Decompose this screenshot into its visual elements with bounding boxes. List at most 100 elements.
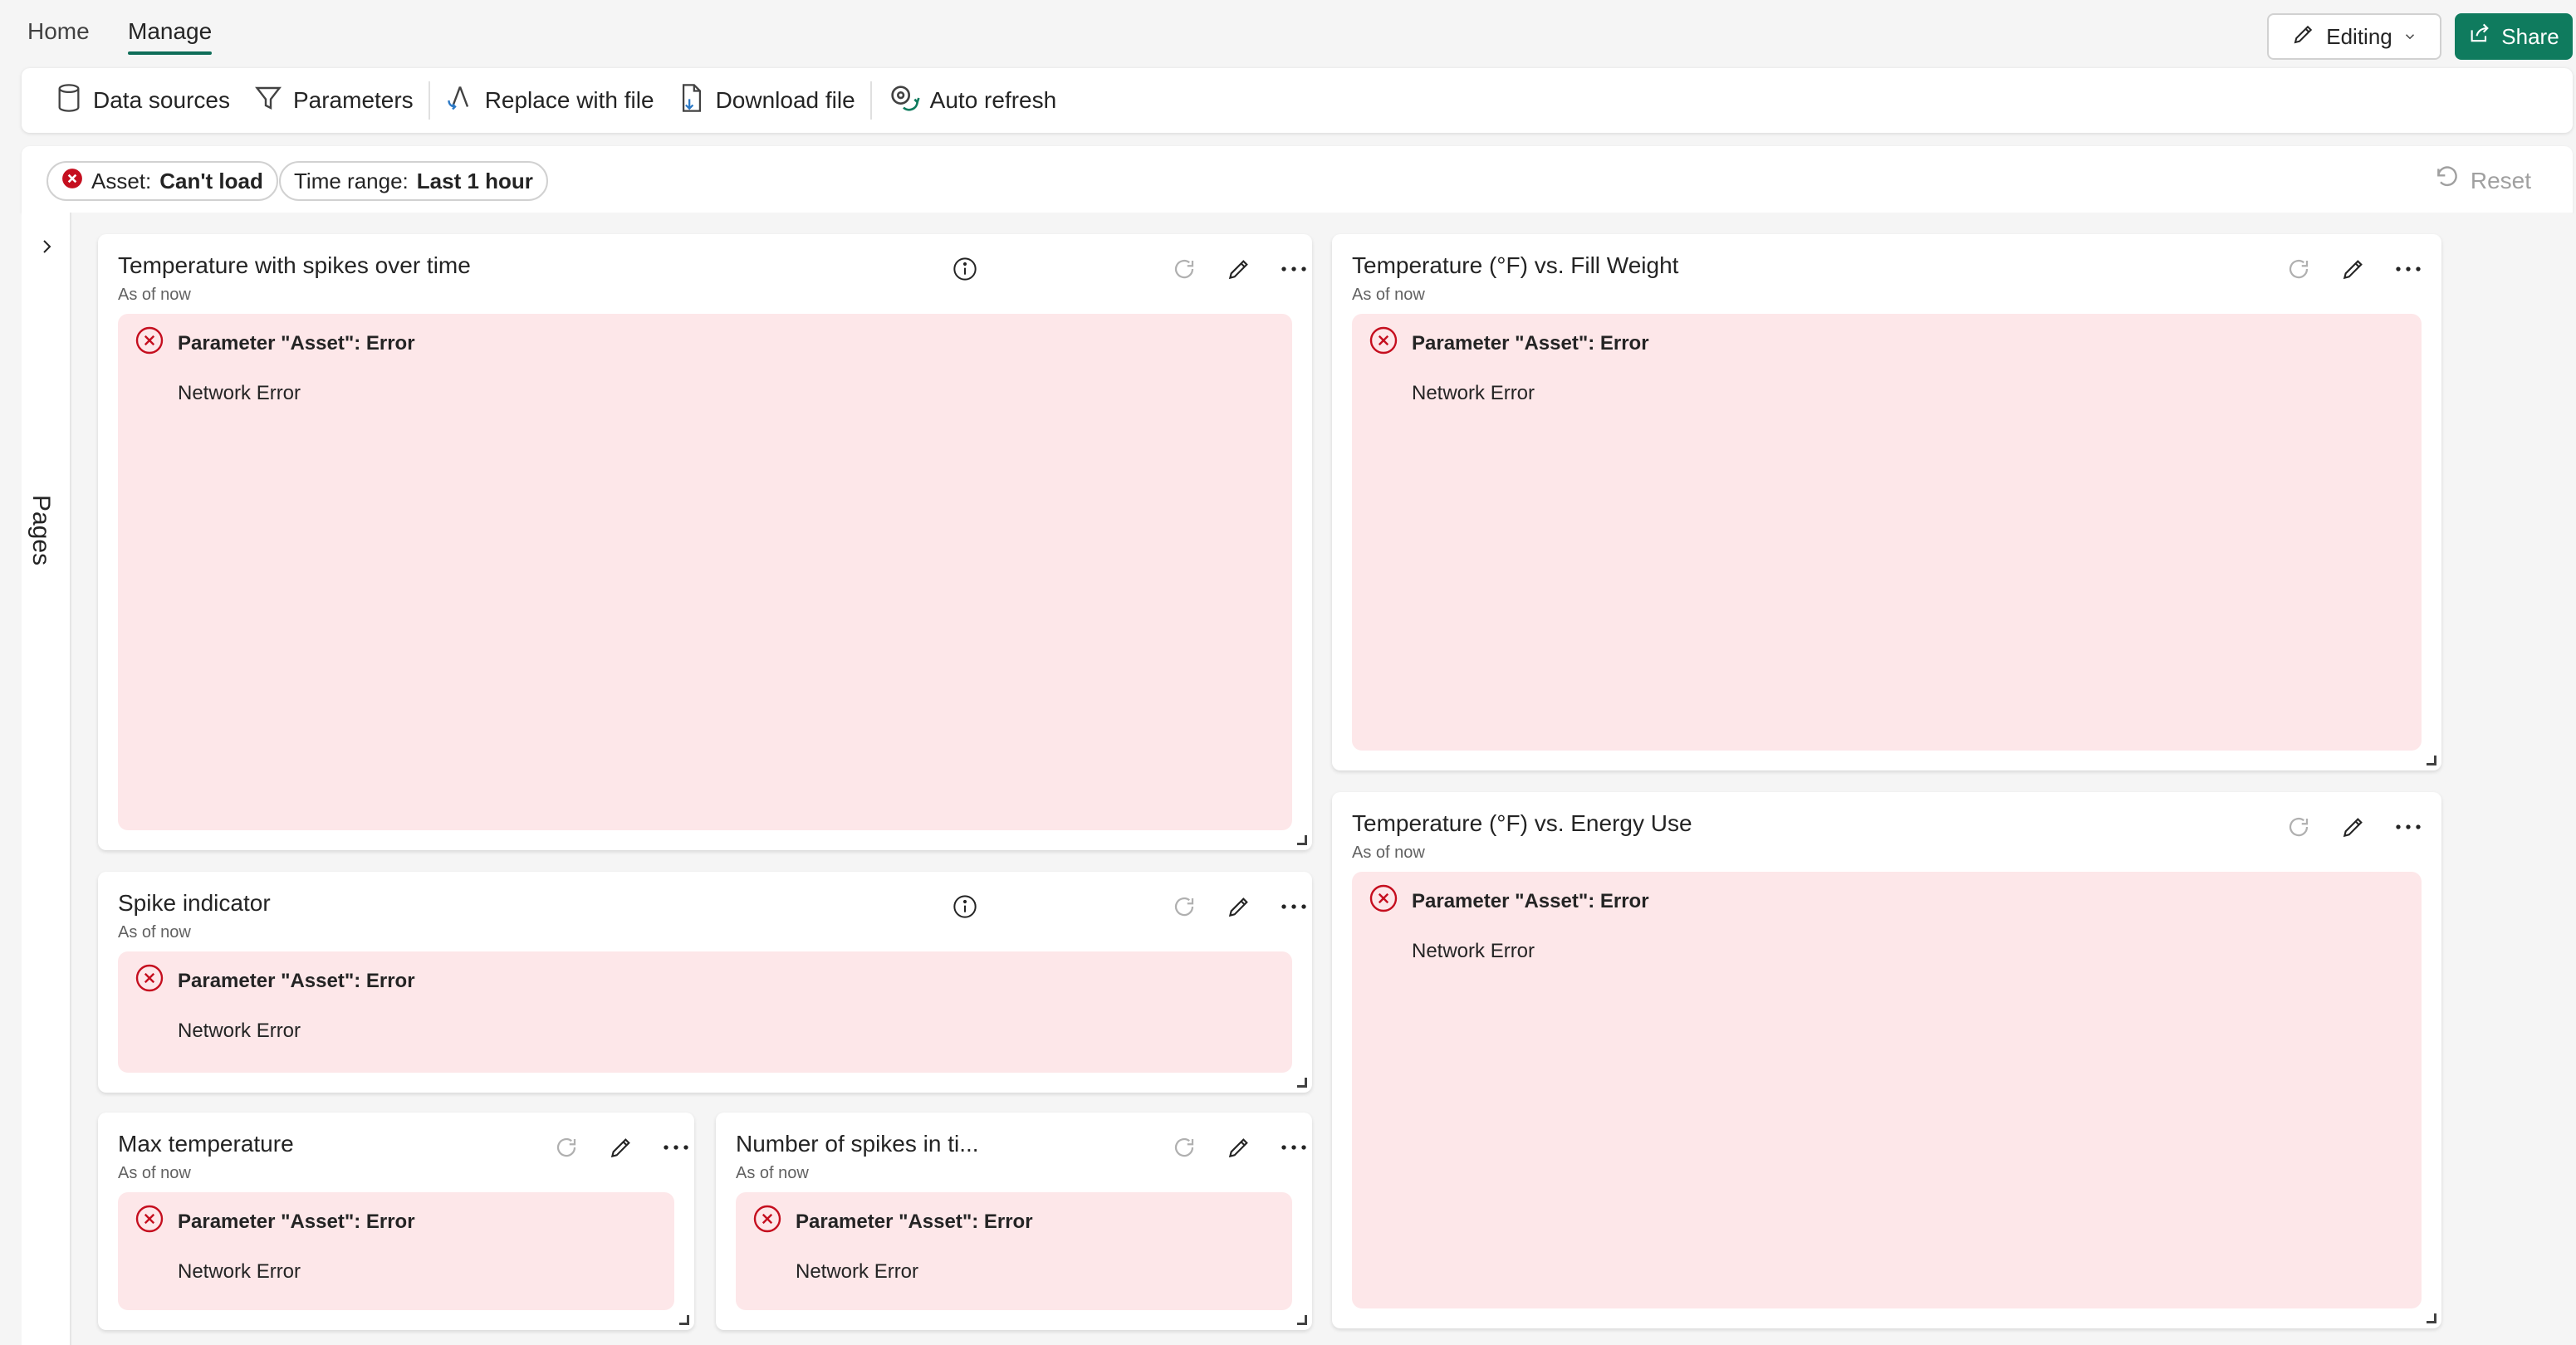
- resize-handle[interactable]: [1297, 1078, 1307, 1088]
- error-header: Parameter "Asset": Error: [135, 325, 415, 361]
- resize-handle[interactable]: [2427, 1313, 2436, 1323]
- error-header: Parameter "Asset": Error: [1369, 883, 1649, 919]
- tile-spike-indicator[interactable]: Spike indicator As of now Parameter "Ass…: [98, 872, 1312, 1093]
- pages-label: Pages: [27, 495, 55, 566]
- resize-handle[interactable]: [1297, 835, 1307, 845]
- tile-title: Temperature (°F) vs. Energy Use: [1352, 810, 1692, 836]
- resize-handle[interactable]: [2427, 756, 2436, 765]
- tile-title: Max temperature: [118, 1131, 294, 1157]
- tile-subtitle: As of now: [1352, 286, 1425, 304]
- download-file-button[interactable]: Download file: [666, 80, 867, 121]
- auto-refresh-icon: [887, 81, 920, 120]
- error-panel: Parameter "Asset": Error Network Error: [118, 1192, 674, 1310]
- refresh-icon[interactable]: [1169, 1132, 1199, 1162]
- parameters-button[interactable]: Parameters: [242, 80, 425, 121]
- tile-temperature-fill-weight[interactable]: Temperature (°F) vs. Fill Weight As of n…: [1332, 234, 2441, 770]
- more-options-icon[interactable]: [2393, 254, 2423, 284]
- error-title: Parameter "Asset": Error: [1412, 889, 1649, 912]
- pencil-icon: [2291, 22, 2316, 52]
- data-sources-label: Data sources: [93, 87, 230, 113]
- editing-mode-button[interactable]: Editing: [2267, 13, 2441, 60]
- info-icon[interactable]: [952, 893, 978, 924]
- asset-parameter-pill[interactable]: Asset: Can't load: [47, 161, 278, 201]
- tile-temperature-energy-use[interactable]: Temperature (°F) vs. Energy Use As of no…: [1332, 792, 2441, 1328]
- refresh-icon[interactable]: [551, 1132, 581, 1162]
- error-circle-icon: [135, 1204, 164, 1240]
- tab-manage[interactable]: Manage: [128, 18, 213, 55]
- edit-icon[interactable]: [1224, 254, 1254, 284]
- refresh-icon[interactable]: [2284, 254, 2314, 284]
- more-options-icon[interactable]: [661, 1132, 691, 1162]
- replace-with-file-button[interactable]: Replace with file: [433, 80, 666, 121]
- database-icon: [55, 82, 83, 120]
- reset-button[interactable]: Reset: [2434, 164, 2531, 197]
- error-icon: [61, 168, 83, 195]
- error-circle-icon: [752, 1204, 782, 1240]
- tile-actions: [1169, 254, 1309, 284]
- error-title: Parameter "Asset": Error: [178, 1210, 415, 1233]
- more-options-icon[interactable]: [1279, 1132, 1309, 1162]
- chevron-down-icon: [2402, 24, 2417, 50]
- edit-icon[interactable]: [2338, 812, 2368, 842]
- error-header: Parameter "Asset": Error: [1369, 325, 1649, 361]
- more-options-icon[interactable]: [2393, 812, 2423, 842]
- filter-icon: [253, 82, 283, 120]
- download-file-label: Download file: [715, 87, 855, 113]
- tile-subtitle: As of now: [118, 286, 191, 304]
- share-button[interactable]: Share: [2455, 13, 2573, 60]
- error-header: Parameter "Asset": Error: [135, 963, 415, 999]
- resize-handle[interactable]: [1297, 1315, 1307, 1325]
- tile-temperature-spikes[interactable]: Temperature with spikes over time As of …: [98, 234, 1312, 850]
- pages-pane[interactable]: Pages: [22, 213, 71, 1345]
- info-icon[interactable]: [952, 256, 978, 286]
- auto-refresh-button[interactable]: Auto refresh: [875, 80, 1069, 121]
- error-title: Parameter "Asset": Error: [178, 969, 415, 992]
- more-options-icon[interactable]: [1279, 254, 1309, 284]
- ribbon-toolbar: Data sources Parameters Replace with fil…: [22, 68, 2573, 133]
- edit-icon[interactable]: [1224, 1132, 1254, 1162]
- error-message: Network Error: [796, 1260, 919, 1283]
- tab-home[interactable]: Home: [27, 18, 90, 45]
- error-circle-icon: [135, 325, 164, 361]
- error-message: Network Error: [178, 1260, 301, 1283]
- tile-subtitle: As of now: [118, 1164, 191, 1182]
- resize-handle[interactable]: [679, 1315, 689, 1325]
- time-range-pill[interactable]: Time range: Last 1 hour: [279, 161, 548, 201]
- download-file-icon: [678, 82, 706, 120]
- error-header: Parameter "Asset": Error: [135, 1204, 415, 1240]
- ribbon-divider: [869, 81, 872, 120]
- asset-parameter-key: Asset:: [91, 168, 152, 193]
- replace-icon: [445, 83, 475, 119]
- tile-title: Spike indicator: [118, 890, 271, 916]
- edit-icon[interactable]: [1224, 892, 1254, 922]
- error-circle-icon: [135, 963, 164, 999]
- error-title: Parameter "Asset": Error: [1412, 331, 1649, 355]
- tile-actions: [2284, 812, 2423, 842]
- auto-refresh-label: Auto refresh: [929, 87, 1057, 113]
- time-range-key: Time range:: [294, 168, 409, 193]
- error-message: Network Error: [178, 1020, 301, 1042]
- edit-icon[interactable]: [606, 1132, 636, 1162]
- error-panel: Parameter "Asset": Error Network Error: [118, 314, 1292, 830]
- error-title: Parameter "Asset": Error: [796, 1210, 1033, 1233]
- asset-parameter-value: Can't load: [159, 168, 263, 193]
- tile-title: Number of spikes in ti...: [736, 1131, 979, 1157]
- more-options-icon[interactable]: [1279, 892, 1309, 922]
- refresh-icon[interactable]: [1169, 892, 1199, 922]
- tile-number-of-spikes[interactable]: Number of spikes in ti... As of now Para…: [716, 1113, 1312, 1330]
- editing-label: Editing: [2326, 23, 2392, 49]
- refresh-icon[interactable]: [2284, 812, 2314, 842]
- replace-with-file-label: Replace with file: [484, 87, 654, 113]
- chevron-right-icon[interactable]: [37, 236, 56, 262]
- tile-actions: [1169, 1132, 1309, 1162]
- dashboard-canvas: Temperature with spikes over time As of …: [71, 213, 2573, 1345]
- data-sources-button[interactable]: Data sources: [43, 80, 242, 121]
- tile-subtitle: As of now: [1352, 844, 1425, 862]
- edit-icon[interactable]: [2338, 254, 2368, 284]
- error-circle-icon: [1369, 883, 1398, 919]
- error-message: Network Error: [1412, 382, 1535, 404]
- tile-max-temperature[interactable]: Max temperature As of now Parameter "Ass…: [98, 1113, 694, 1330]
- tile-title: Temperature (°F) vs. Fill Weight: [1352, 252, 1679, 278]
- share-label: Share: [2501, 23, 2559, 49]
- refresh-icon[interactable]: [1169, 254, 1199, 284]
